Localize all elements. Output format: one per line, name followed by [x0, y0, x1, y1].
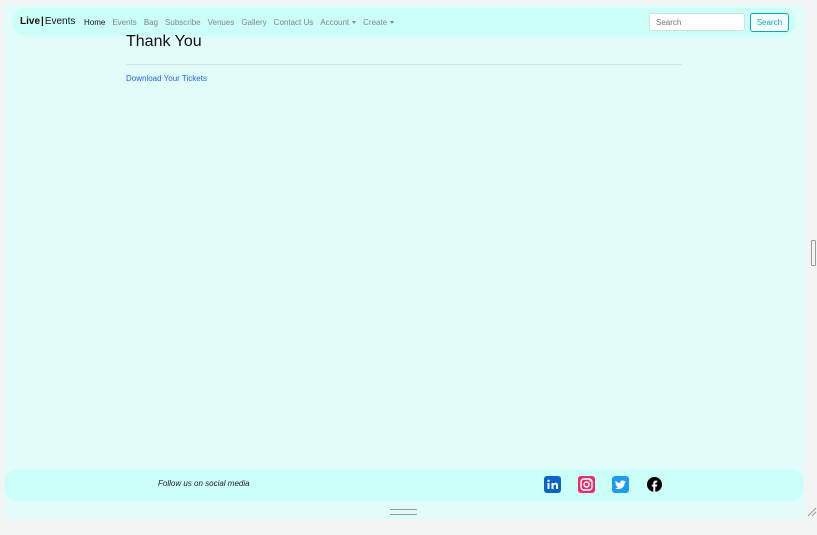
- nav-home[interactable]: Home: [84, 18, 105, 27]
- footer: Follow us on social media: [4, 469, 804, 501]
- navbar: Live|Events Home Events Bag Subscribe Ve…: [12, 8, 796, 36]
- panel-resize-handle[interactable]: [390, 509, 417, 515]
- search-button[interactable]: Search: [750, 13, 789, 32]
- instagram-icon[interactable]: [578, 476, 595, 493]
- browser-viewport: Live|Events Home Events Bag Subscribe Ve…: [4, 4, 804, 520]
- nav-create-dropdown[interactable]: Create: [363, 18, 395, 27]
- nav-account-label: Account: [320, 18, 350, 27]
- follow-text: Follow us on social media: [158, 479, 250, 488]
- nav-venues[interactable]: Venues: [208, 18, 235, 27]
- nav-gallery[interactable]: Gallery: [241, 18, 266, 27]
- brand-separator: |: [41, 16, 44, 27]
- download-tickets-link[interactable]: Download Your Tickets: [126, 74, 207, 83]
- facebook-icon[interactable]: [646, 476, 663, 493]
- caret-down-icon: [390, 21, 395, 24]
- scrollbar-thumb[interactable]: [811, 240, 816, 266]
- nav-events[interactable]: Events: [112, 18, 136, 27]
- nav-account-dropdown[interactable]: Account: [320, 18, 357, 27]
- nav-menu: Home Events Bag Subscribe Venues Gallery…: [84, 18, 395, 27]
- nav-contact-us[interactable]: Contact Us: [274, 18, 314, 27]
- resize-grip-icon[interactable]: [806, 506, 817, 517]
- brand-live: Live: [20, 16, 41, 27]
- page-title: Thank You: [126, 33, 202, 50]
- divider: [126, 64, 682, 65]
- brand-logo[interactable]: Live|Events: [20, 16, 75, 27]
- twitter-icon[interactable]: [612, 476, 629, 493]
- caret-down-icon: [352, 21, 357, 24]
- linkedin-icon[interactable]: [544, 476, 561, 493]
- search-input[interactable]: [649, 13, 745, 31]
- nav-subscribe[interactable]: Subscribe: [165, 18, 201, 27]
- brand-events: Events: [44, 16, 76, 27]
- nav-bag[interactable]: Bag: [144, 18, 158, 27]
- nav-create-label: Create: [363, 18, 388, 27]
